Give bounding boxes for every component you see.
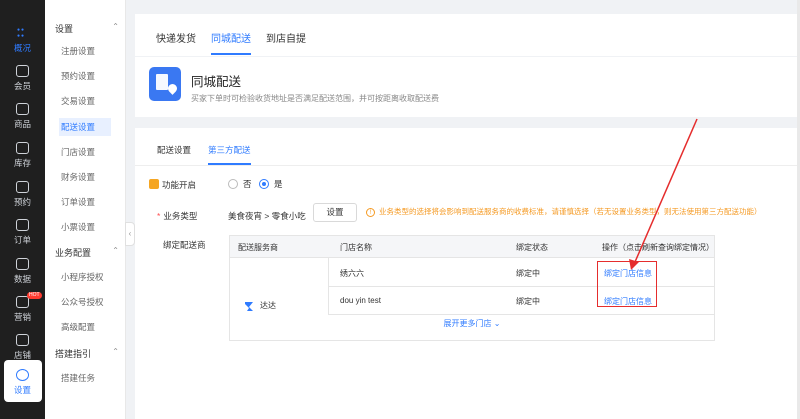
- annotation-arrow-icon: [629, 118, 698, 270]
